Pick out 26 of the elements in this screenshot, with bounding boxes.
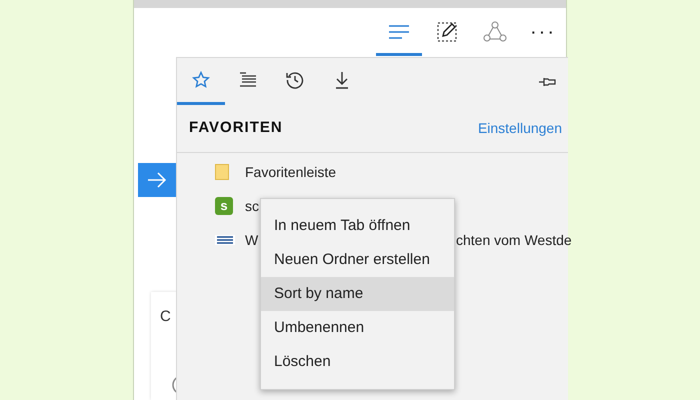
favorite-label[interactable]: chten vom Westde — [456, 230, 572, 250]
folder-icon — [215, 164, 229, 180]
history-icon — [286, 71, 304, 89]
favorite-label[interactable]: sc — [245, 196, 259, 216]
arrow-icon — [147, 172, 167, 188]
download-icon — [335, 71, 349, 89]
hub-icon — [388, 24, 410, 38]
star-icon — [192, 71, 210, 89]
pen-icon — [436, 20, 458, 42]
page-text: C — [160, 307, 171, 327]
favorite-label[interactable]: W — [245, 230, 258, 250]
list-icon — [239, 72, 257, 88]
more-button[interactable]: ··· — [520, 10, 566, 56]
menu-item[interactable]: Sort by name — [261, 277, 454, 311]
pin-icon[interactable] — [538, 76, 556, 88]
arrow-button[interactable] — [138, 163, 176, 197]
menu-item[interactable]: Neuen Ordner erstellen — [261, 243, 454, 277]
site-icon — [215, 235, 235, 245]
favorite-label[interactable]: Favoritenleiste — [245, 162, 336, 182]
share-icon — [483, 20, 507, 42]
menu-item[interactable]: Umbenennen — [261, 311, 454, 345]
settings-link[interactable]: Einstellungen — [478, 118, 562, 139]
menu-item[interactable]: In neuem Tab öffnen — [261, 209, 454, 243]
menu-item[interactable]: Löschen — [261, 345, 454, 379]
site-icon: s — [215, 197, 233, 215]
panel-title: FAVORITEN — [189, 118, 283, 138]
